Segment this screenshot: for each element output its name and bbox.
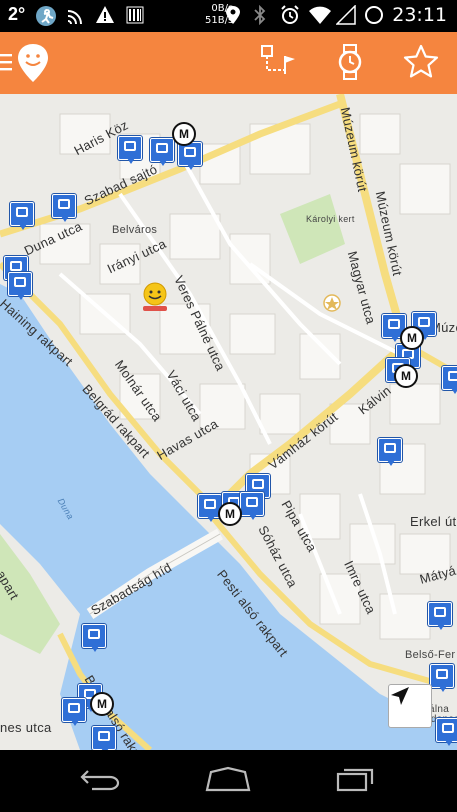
bus-stop[interactable] [430,664,454,692]
status-bar: 2° 0B/s 51B/s 23:11 [0,0,457,32]
barcode-icon [125,5,145,25]
label-nes-utca: nes utca [0,720,52,735]
my-location-button[interactable] [388,684,432,728]
favorites-button[interactable] [401,44,441,84]
clock-time: 23:11 [392,4,447,26]
status-left: 2° [8,4,145,26]
bus-stop[interactable] [62,698,86,726]
bus-stop[interactable] [150,138,174,166]
alarm-icon [280,5,300,25]
map-canvas [0,94,457,750]
user-location-marker[interactable] [140,282,170,314]
wifi-icon [308,5,332,25]
star-icon [401,42,441,87]
back-icon [78,767,122,796]
signal-icon [335,4,356,25]
app-logo[interactable] [16,42,50,84]
bus-stop[interactable] [118,136,142,164]
metro-marker[interactable]: M [394,364,418,388]
app-bar [0,32,457,94]
status-right: 23:11 [224,4,447,26]
map-view[interactable]: Haris Köz Szabad sajtó Múzeum körút Múze… [0,94,457,750]
cast-icon [65,5,85,25]
recents-button[interactable] [326,762,386,800]
recents-icon [334,766,378,797]
label-belvaros: Belváros [112,224,158,236]
bus-stop[interactable] [52,194,76,222]
location-icon [224,5,244,25]
route-icon [258,42,298,87]
ferry-stop[interactable] [82,624,106,652]
temperature-text: 2° [8,4,26,24]
bus-stop[interactable] [436,718,457,746]
warning-icon [95,5,115,25]
route-button[interactable] [258,44,298,84]
label-karolyi-kert: Károlyi kert [306,214,355,224]
karolyi-park [280,194,345,264]
bus-stop[interactable] [8,272,32,300]
runner-icon [35,5,57,26]
bluetooth-icon [252,4,272,26]
watch-icon [330,42,370,87]
battery-circle-icon [364,5,384,25]
menu-icon[interactable] [0,50,14,76]
home-icon [203,766,253,797]
system-nav-bar [0,750,457,812]
bus-stop[interactable] [442,366,457,394]
metro-marker[interactable]: M [90,692,114,716]
metro-marker[interactable]: M [172,122,196,146]
label-belso-fer: Belső-Fer [405,649,456,661]
label-erkel-ut: Erkel út [410,514,457,529]
back-button[interactable] [70,762,130,800]
bus-stop[interactable] [240,492,264,520]
home-button[interactable] [198,762,258,800]
metro-marker[interactable]: M [400,326,424,350]
bus-stop[interactable] [378,438,402,466]
watch-button[interactable] [330,42,370,87]
bus-stop[interactable] [10,202,34,230]
metro-marker[interactable]: M [218,502,242,526]
bus-stop[interactable] [92,726,116,750]
bus-stop[interactable] [428,602,452,630]
